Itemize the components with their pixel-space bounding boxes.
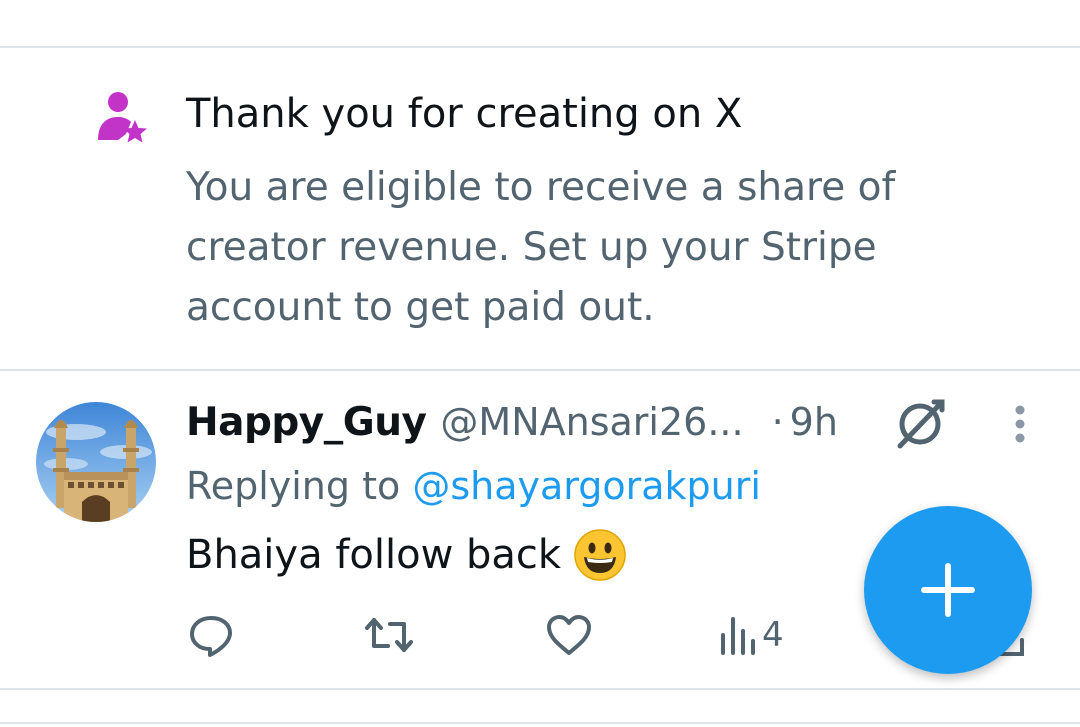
reply-button[interactable] — [188, 610, 234, 660]
like-icon — [547, 615, 591, 655]
user-handle[interactable]: @MNAnsari26... — [440, 400, 743, 444]
divider-middle — [0, 369, 1080, 371]
repost-button[interactable] — [364, 610, 414, 660]
repost-icon — [365, 618, 413, 652]
divider-top — [0, 46, 1080, 48]
separator-dot: · — [771, 400, 784, 444]
divider-footer — [0, 722, 1080, 724]
reply-icon — [190, 616, 232, 657]
creator-person-star-icon — [92, 90, 152, 150]
tweet-text: Bhaiya follow back — [186, 528, 627, 582]
grok-icon[interactable] — [894, 396, 948, 450]
grinning-face-emoji — [573, 528, 627, 582]
mention-link[interactable]: @shayargorakpuri — [412, 464, 761, 508]
replying-to: Replying to @shayargorakpuri — [186, 460, 761, 512]
tweet-header: Happy_Guy @MNAnsari26... · 9h — [186, 396, 838, 448]
views-icon — [721, 617, 755, 655]
like-button[interactable] — [546, 610, 592, 660]
avatar[interactable] — [36, 402, 156, 522]
tweet-body: Bhaiya follow back — [186, 532, 562, 578]
more-options-icon[interactable] — [1006, 404, 1034, 448]
display-name[interactable]: Happy_Guy — [186, 400, 427, 445]
tweet-time[interactable]: 9h — [790, 400, 838, 444]
divider-bottom — [0, 688, 1080, 690]
compose-button[interactable] — [864, 506, 1032, 674]
notice-title: Thank you for creating on X — [186, 91, 743, 137]
notice-body[interactable]: You are eligible to receive a share of c… — [186, 158, 946, 338]
views-count: 4 — [762, 615, 784, 655]
plus-icon — [921, 563, 975, 617]
views-button[interactable]: 4 — [718, 610, 784, 660]
replying-prefix: Replying to — [186, 464, 413, 508]
